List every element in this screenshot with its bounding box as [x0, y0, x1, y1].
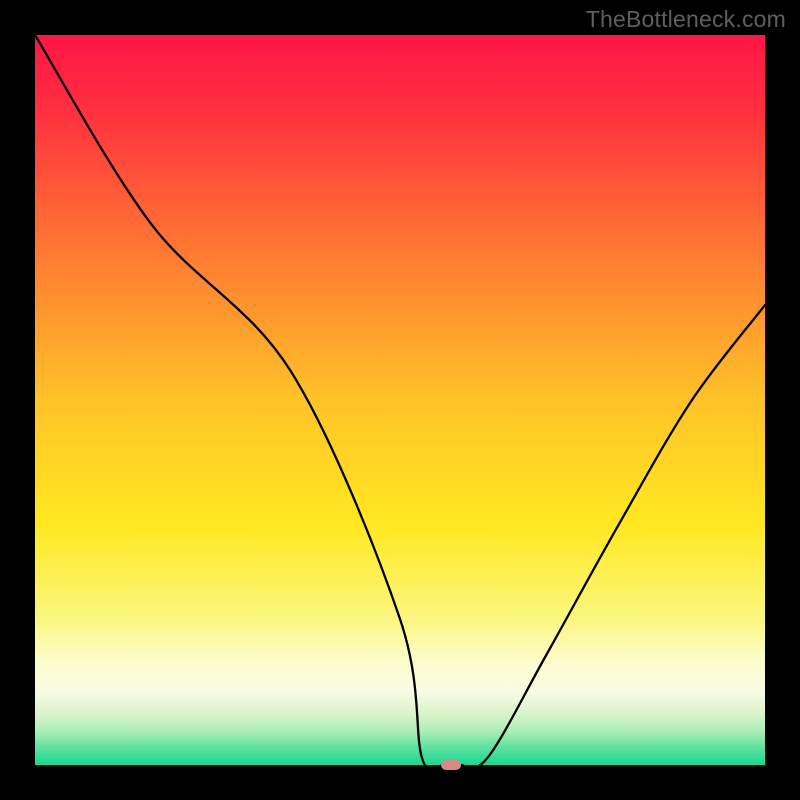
gradient-rect: [35, 35, 765, 765]
optimal-marker: [441, 760, 461, 770]
chart-frame: TheBottleneck.com: [0, 0, 800, 800]
watermark-text: TheBottleneck.com: [586, 6, 786, 33]
plot-area: [35, 35, 765, 765]
gradient-background: [35, 35, 765, 765]
